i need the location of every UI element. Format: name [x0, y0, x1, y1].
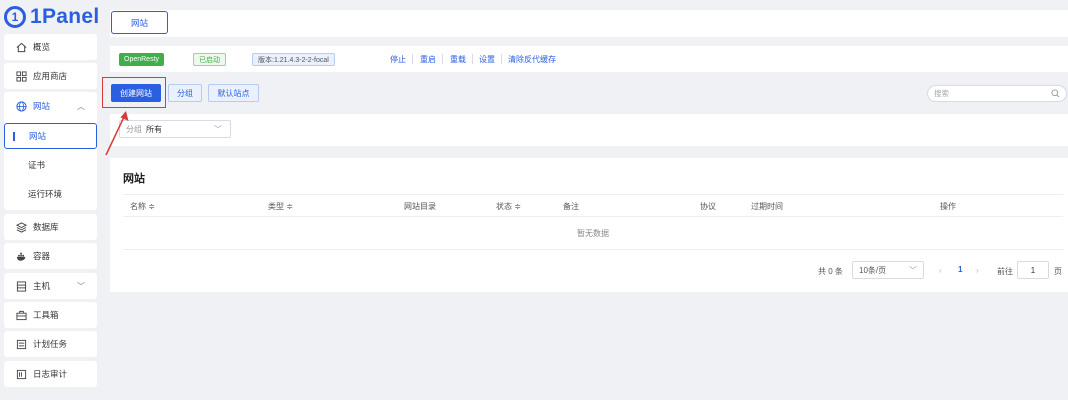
chevron-up-icon: ︿: [77, 101, 85, 111]
app-name-tag: OpenResty: [119, 53, 165, 66]
column-header-name[interactable]: 名称 ≑: [130, 201, 155, 212]
table-header: 名称 ≑ 类型 ≑ 网站目录 状态 ≑ 备注 协议 过期时间 操作: [123, 194, 1063, 217]
default-site-button[interactable]: 默认站点: [208, 84, 259, 102]
sidebar-item-overview[interactable]: 概览: [4, 34, 97, 60]
brand-logo[interactable]: 1 1Panel: [4, 4, 100, 30]
sidebar-item-toolbox[interactable]: 工具箱: [4, 302, 97, 328]
column-header-expire: 过期时间: [751, 202, 783, 211]
column-header-directory: 网站目录: [404, 202, 436, 211]
sidebar-subitem-label: 网站: [29, 131, 47, 141]
sidebar-item-label: 数据库: [33, 222, 59, 232]
restart-link[interactable]: 重启: [420, 54, 436, 65]
page-tab-bar: 网站: [110, 10, 1068, 37]
sidebar-item-host[interactable]: 主机 ﹀: [4, 273, 97, 299]
column-header-actions: 操作: [940, 202, 956, 211]
chevron-down-icon: ﹀: [214, 124, 222, 134]
tab-website[interactable]: 网站: [111, 11, 168, 34]
pager-unit: 页: [1054, 267, 1062, 276]
sidebar-item-website[interactable]: 网站 ︿: [4, 93, 97, 119]
sidebar-item-label: 计划任务: [33, 339, 68, 349]
panel-title: 网站: [123, 173, 145, 185]
clear-proxy-cache-link[interactable]: 清除反代缓存: [508, 54, 556, 65]
search-placeholder: 搜索: [934, 89, 949, 98]
sidebar-item-label: 网站: [33, 101, 51, 111]
sidebar-item-label: 主机: [33, 281, 51, 291]
filter-bar: 分组 所有 ﹀: [110, 114, 1068, 146]
sidebar-item-label: 容器: [33, 251, 51, 261]
sidebar-item-app-store[interactable]: 应用商店: [4, 63, 97, 89]
annotation-highlight-box: [102, 77, 166, 108]
pager-goto-label: 前往: [997, 267, 1013, 276]
log-icon: [16, 369, 27, 380]
status-badge: 已启动: [193, 53, 226, 66]
prev-page-icon[interactable]: ‹: [939, 266, 942, 275]
sidebar-item-label: 工具箱: [33, 310, 59, 320]
app-status-bar: OpenResty 已启动 版本:1.21.4.3-2-2-focal 停止 重…: [110, 46, 1068, 72]
sidebar-item-label: 概览: [33, 42, 51, 52]
next-page-icon[interactable]: ›: [976, 266, 979, 275]
divider: [472, 54, 473, 64]
sidebar-subitem-runtime[interactable]: 运行环境: [4, 181, 97, 207]
pager-total: 共 0 条: [818, 267, 843, 276]
divider: [501, 54, 502, 64]
sidebar-subitem-website[interactable]: 网站: [4, 123, 97, 149]
column-header-protocol: 协议: [700, 202, 716, 211]
stop-link[interactable]: 停止: [390, 54, 406, 65]
chevron-down-icon: ﹀: [909, 265, 917, 275]
docker-icon: [16, 251, 27, 262]
website-list-panel: 网站 名称 ≑ 类型 ≑ 网站目录 状态 ≑ 备注 协议 过期时间 操作 暂无数…: [110, 158, 1068, 292]
database-icon: [16, 221, 27, 233]
sidebar-item-label: 日志审计: [33, 369, 68, 379]
list-icon: [16, 339, 27, 350]
sidebar-item-cron[interactable]: 计划任务: [4, 331, 97, 357]
sidebar-item-container[interactable]: 容器: [4, 243, 97, 269]
sidebar-item-label: 应用商店: [33, 71, 68, 81]
sidebar-item-log-audit[interactable]: 日志审计: [4, 361, 97, 387]
server-icon: [16, 280, 27, 292]
sidebar-subitem-label: 证书: [28, 160, 46, 170]
page-size-select[interactable]: 10条/页 ﹀: [852, 261, 924, 279]
empty-state: 暂无数据: [123, 217, 1063, 250]
column-header-status[interactable]: 状态 ≑: [496, 201, 521, 212]
brand-name: 1Panel: [30, 5, 100, 28]
page-size-value: 10条/页: [859, 265, 887, 275]
chevron-down-icon: ﹀: [77, 281, 85, 291]
toolbox-icon: [16, 310, 27, 321]
filter-label: 分组: [126, 124, 142, 134]
pager-goto-input[interactable]: 1: [1017, 261, 1049, 279]
column-header-remark: 备注: [563, 202, 579, 211]
reload-link[interactable]: 重载: [450, 54, 466, 65]
version-tag: 版本:1.21.4.3-2-2-focal: [252, 53, 335, 66]
divider: [412, 54, 413, 64]
globe-icon: [16, 100, 27, 112]
search-icon: [1051, 89, 1060, 100]
group-filter-select[interactable]: 分组 所有 ﹀: [119, 120, 231, 138]
settings-link[interactable]: 设置: [479, 54, 495, 65]
logo-icon: 1: [4, 6, 26, 28]
pager-current-page[interactable]: 1: [958, 265, 962, 274]
sidebar: 1 1Panel 概览 应用商店 网站 ︿ 网站 证书 运行环境 数据库 容器 …: [0, 0, 100, 400]
sidebar-subitem-certificate[interactable]: 证书: [4, 152, 97, 178]
search-input[interactable]: 搜索: [927, 85, 1067, 102]
sidebar-subitem-label: 运行环境: [28, 189, 63, 199]
divider: [442, 54, 443, 64]
home-icon: [16, 42, 27, 53]
apps-grid-icon: [16, 70, 27, 82]
filter-value: 所有: [146, 124, 162, 134]
column-header-type[interactable]: 类型 ≑: [268, 201, 293, 212]
sidebar-item-database[interactable]: 数据库: [4, 214, 97, 240]
group-button[interactable]: 分组: [168, 84, 202, 102]
